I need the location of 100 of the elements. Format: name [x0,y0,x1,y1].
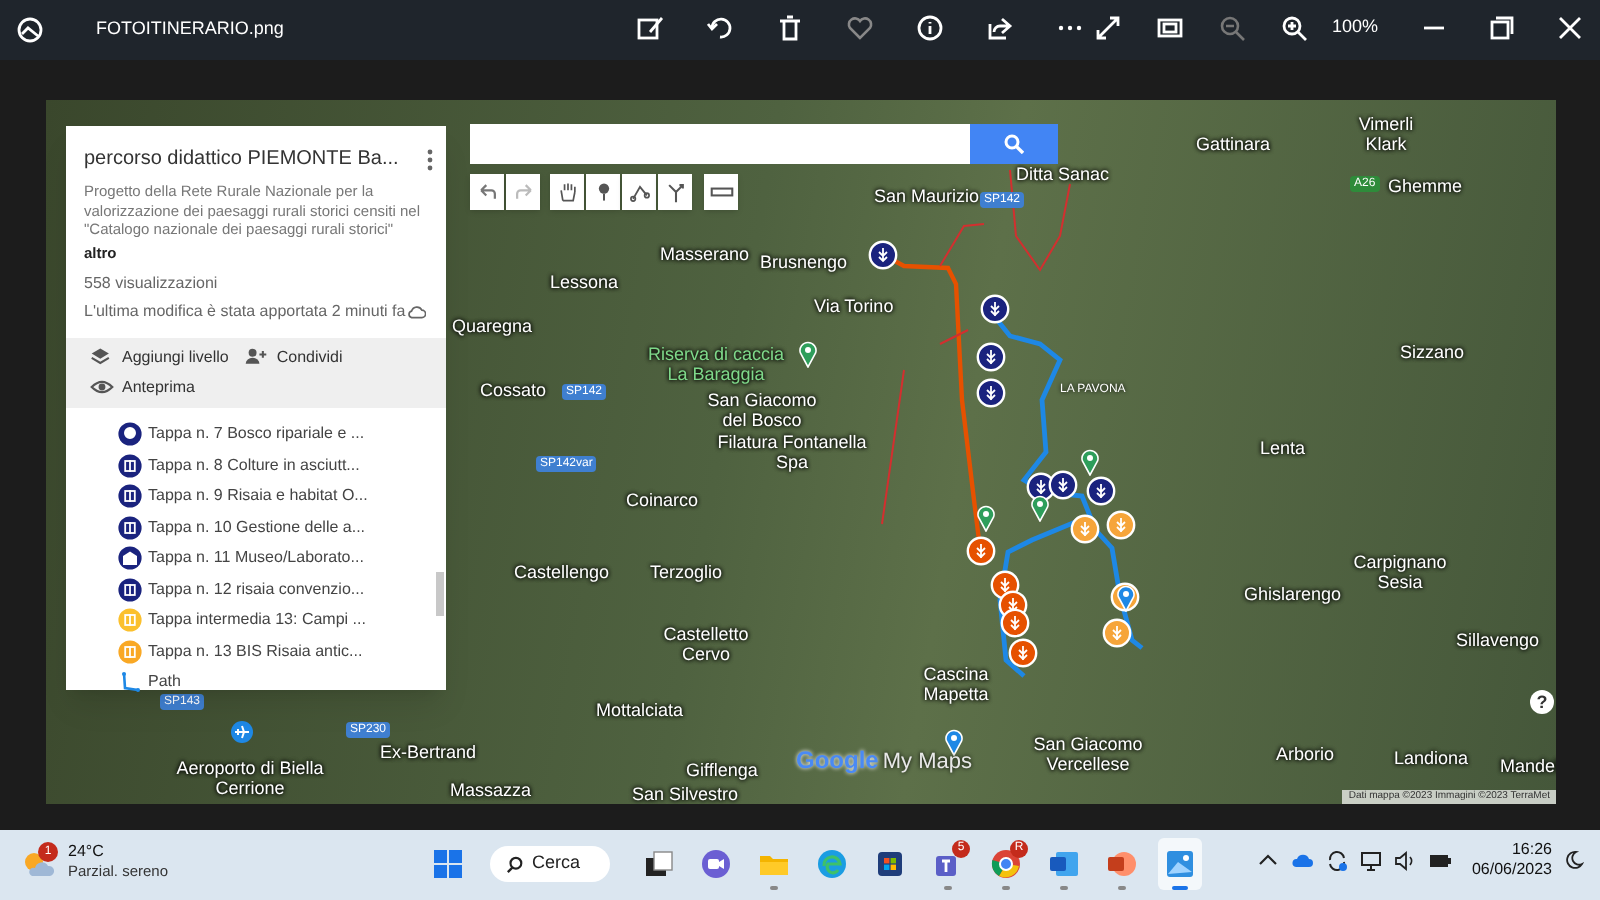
place-label: Lessona [550,272,619,292]
layer-item[interactable]: Tappa n. 11 Museo/Laborato... [118,545,446,571]
panel-action-button[interactable]: Condividi [244,345,343,369]
place-label: Ghemme [1388,176,1463,196]
file-name: FOTOITINERARIO.png [96,16,284,43]
map-pin-icon[interactable] [1030,494,1050,522]
hand-tool-button[interactable] [550,174,584,210]
zoom-in-icon[interactable] [1280,14,1308,42]
line-tool-icon [627,180,651,204]
battery-icon[interactable] [1427,851,1452,869]
search-button[interactable] [970,124,1058,164]
fullscreen-icon[interactable] [1094,14,1122,42]
undo-button[interactable] [470,174,504,210]
layer-item[interactable]: Tappa n. 13 BIS Risaia antic... [118,638,446,664]
place-label: Mandel [1500,756,1556,776]
place-label: Mottalciata [596,700,684,720]
layer-item[interactable]: Path [118,669,446,695]
layer-item[interactable]: Tappa n. 12 risaia convenzio... [118,576,446,602]
taskbar-search[interactable]: Cerca [490,846,610,882]
satellite-map[interactable] [46,100,1556,804]
zoom-out-icon[interactable] [1218,14,1246,42]
sync-icon[interactable] [1325,849,1348,871]
place-label: Castellengo [514,562,610,582]
more-options-icon[interactable] [426,148,434,172]
eye-icon [90,376,114,398]
video-chat-icon [700,848,732,880]
browser-icon [816,848,848,880]
place-label: Lenta [1260,438,1306,458]
clock-date: 06/06/2023 [1471,860,1552,880]
directions-tool-button[interactable] [658,174,692,210]
place-label: Vimerli Klark [1356,114,1416,154]
place-label: Via Torino [814,296,894,316]
place-label: Brusnengo [760,252,848,272]
view-count: 558 visualizzazioni [84,273,220,293]
presentation-app-icon [1106,848,1138,880]
close-icon[interactable] [1556,14,1584,42]
map-pin-icon[interactable] [1080,448,1100,476]
place-label: Aeroporto di Biella Cerrione [174,758,326,798]
marker-tool-button[interactable] [586,174,620,210]
map-pin-icon[interactable] [944,728,964,756]
start-icon[interactable] [432,848,464,880]
undo-icon [475,180,499,204]
place-label: Gifflenga [686,760,758,780]
place-label: Castelletto Cervo [661,624,751,664]
map-pin-icon[interactable] [976,504,996,532]
layers-icon [90,346,114,368]
panel-action-button[interactable]: Aggiungi livello [90,345,229,369]
place-label: Masserano [660,244,750,264]
network-icon[interactable] [1359,849,1382,871]
place-label: Carpignano Sesia [1351,552,1449,592]
browser-icon [990,848,1022,880]
store-icon [874,848,906,880]
place-label: Ghislarengo [1244,584,1342,604]
search-field[interactable] [470,124,970,164]
place-label: Sizzano [1400,342,1465,362]
chevron-up-icon[interactable] [1257,852,1278,868]
google-logo: Google [796,744,879,778]
place-label: Arborio [1276,744,1335,764]
info-icon[interactable] [916,14,944,42]
place-label: Terzoglio [650,562,723,582]
place-label: Landiona [1394,748,1469,768]
place-label: Gattinara [1196,134,1271,154]
directions-tool-icon [663,180,687,204]
place-label: San Maurizio [874,186,980,206]
panel-action-button[interactable]: Anteprima [90,375,195,399]
place-label: Cascina Mapetta [921,664,991,704]
add-person-icon [244,346,269,368]
scrollbar-thumb[interactable] [436,571,444,615]
fit-icon[interactable] [1156,14,1184,42]
layer-item[interactable]: Tappa intermedia 13: Campi ... [118,607,446,633]
place-label: San Giacomo Vercellese [1031,734,1145,774]
rotate-icon[interactable] [706,14,734,42]
place-label: Sillavengo [1456,630,1540,650]
delete-icon[interactable] [776,14,804,42]
layer-item[interactable]: Tappa n. 8 Colture in asciutt... [118,452,446,478]
layer-item[interactable]: Tappa n. 7 Bosco ripariale e ... [118,421,446,447]
product-name: My Maps [882,748,972,778]
edit-image-icon[interactable] [636,14,664,42]
layer-item[interactable]: Tappa n. 10 Gestione delle a... [118,514,446,540]
map-pin-icon[interactable] [1116,584,1136,612]
layer-item[interactable]: Tappa n. 9 Risaia e habitat O... [118,483,446,509]
task-view-icon [642,848,674,880]
map-title: percorso didattico PIEMONTE Ba... [84,146,399,174]
restore-icon[interactable] [1488,14,1516,42]
temperature: 24°C [68,842,106,862]
cloud-icon[interactable] [1289,852,1314,868]
help-button[interactable]: ? [1530,690,1554,714]
map-pin-icon[interactable] [798,340,818,368]
heart-icon[interactable] [846,14,874,42]
zoom-level: 100% [1332,14,1379,41]
hand-tool-icon [555,180,579,204]
place-label: Ex-Bertrand [380,742,477,762]
place-label: San Silvestro [632,784,739,804]
share-icon[interactable] [986,14,1014,42]
moon-icon[interactable] [1564,850,1584,870]
volume-icon[interactable] [1393,849,1416,871]
line-tool-button[interactable] [622,174,656,210]
ruler-button[interactable] [704,174,738,210]
place-label: Quaregna [452,316,533,336]
place-label: Filatura Fontanella Spa [715,432,869,472]
